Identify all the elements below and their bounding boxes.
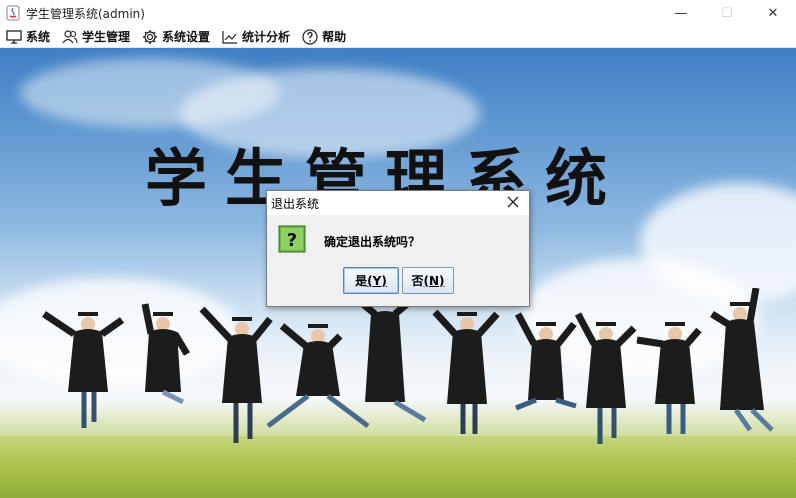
menu-system-label: 系统 bbox=[26, 30, 51, 44]
question-icon: ? bbox=[278, 225, 306, 253]
dialog-titlebar: 退出系统 bbox=[267, 191, 529, 215]
svg-text:?: ? bbox=[287, 230, 297, 251]
menu-system[interactable]: 系统 bbox=[0, 26, 56, 48]
java-app-icon bbox=[6, 5, 20, 21]
dialog-title: 退出系统 bbox=[271, 196, 320, 211]
close-icon: ✕ bbox=[767, 5, 779, 21]
yes-button[interactable]: 是 (Y) bbox=[343, 267, 399, 294]
menu-system-settings[interactable]: 系统设置 bbox=[136, 26, 216, 48]
window-titlebar: 学生管理系统(admin) — ☐ ✕ bbox=[0, 0, 796, 26]
dialog-body: ? 确定退出系统吗？ 是 (Y) 否 (N) bbox=[267, 215, 529, 307]
monitor-icon bbox=[6, 29, 22, 44]
maximize-icon: ☐ bbox=[721, 5, 733, 21]
menu-help-label: 帮助 bbox=[322, 30, 347, 44]
minimize-button[interactable]: — bbox=[658, 0, 704, 26]
close-icon[interactable] bbox=[505, 194, 521, 210]
menu-student-management-label: 学生管理 bbox=[82, 30, 131, 44]
yes-button-mnemonic: (Y) bbox=[367, 273, 387, 288]
gear-icon bbox=[143, 29, 158, 44]
no-button-label: 否 bbox=[411, 274, 424, 288]
close-window-button[interactable]: ✕ bbox=[750, 0, 796, 26]
help-icon bbox=[302, 28, 318, 45]
exit-confirm-dialog: 退出系统 ? 确定退出系统吗？ 是 (Y) 否 (N) bbox=[266, 190, 530, 307]
no-button[interactable]: 否 (N) bbox=[402, 267, 454, 294]
users-icon bbox=[62, 29, 78, 43]
yes-button-label: 是 bbox=[355, 274, 368, 288]
menu-help[interactable]: 帮助 bbox=[296, 26, 352, 48]
menu-statistics-label: 统计分析 bbox=[242, 30, 291, 44]
menu-statistics[interactable]: 统计分析 bbox=[216, 26, 296, 48]
menu-system-settings-label: 系统设置 bbox=[162, 30, 211, 44]
window-title: 学生管理系统(admin) bbox=[26, 6, 145, 21]
graduates-illustration bbox=[42, 288, 774, 444]
maximize-button[interactable]: ☐ bbox=[704, 0, 750, 26]
chart-icon bbox=[222, 30, 238, 44]
menu-bar: 系统 学生管理 系统设置 统计分析 帮助 bbox=[0, 26, 796, 48]
no-button-mnemonic: (N) bbox=[423, 273, 445, 288]
dialog-message: 确定退出系统吗？ bbox=[324, 235, 421, 249]
menu-student-management[interactable]: 学生管理 bbox=[56, 26, 136, 48]
minimize-icon: — bbox=[674, 5, 688, 21]
